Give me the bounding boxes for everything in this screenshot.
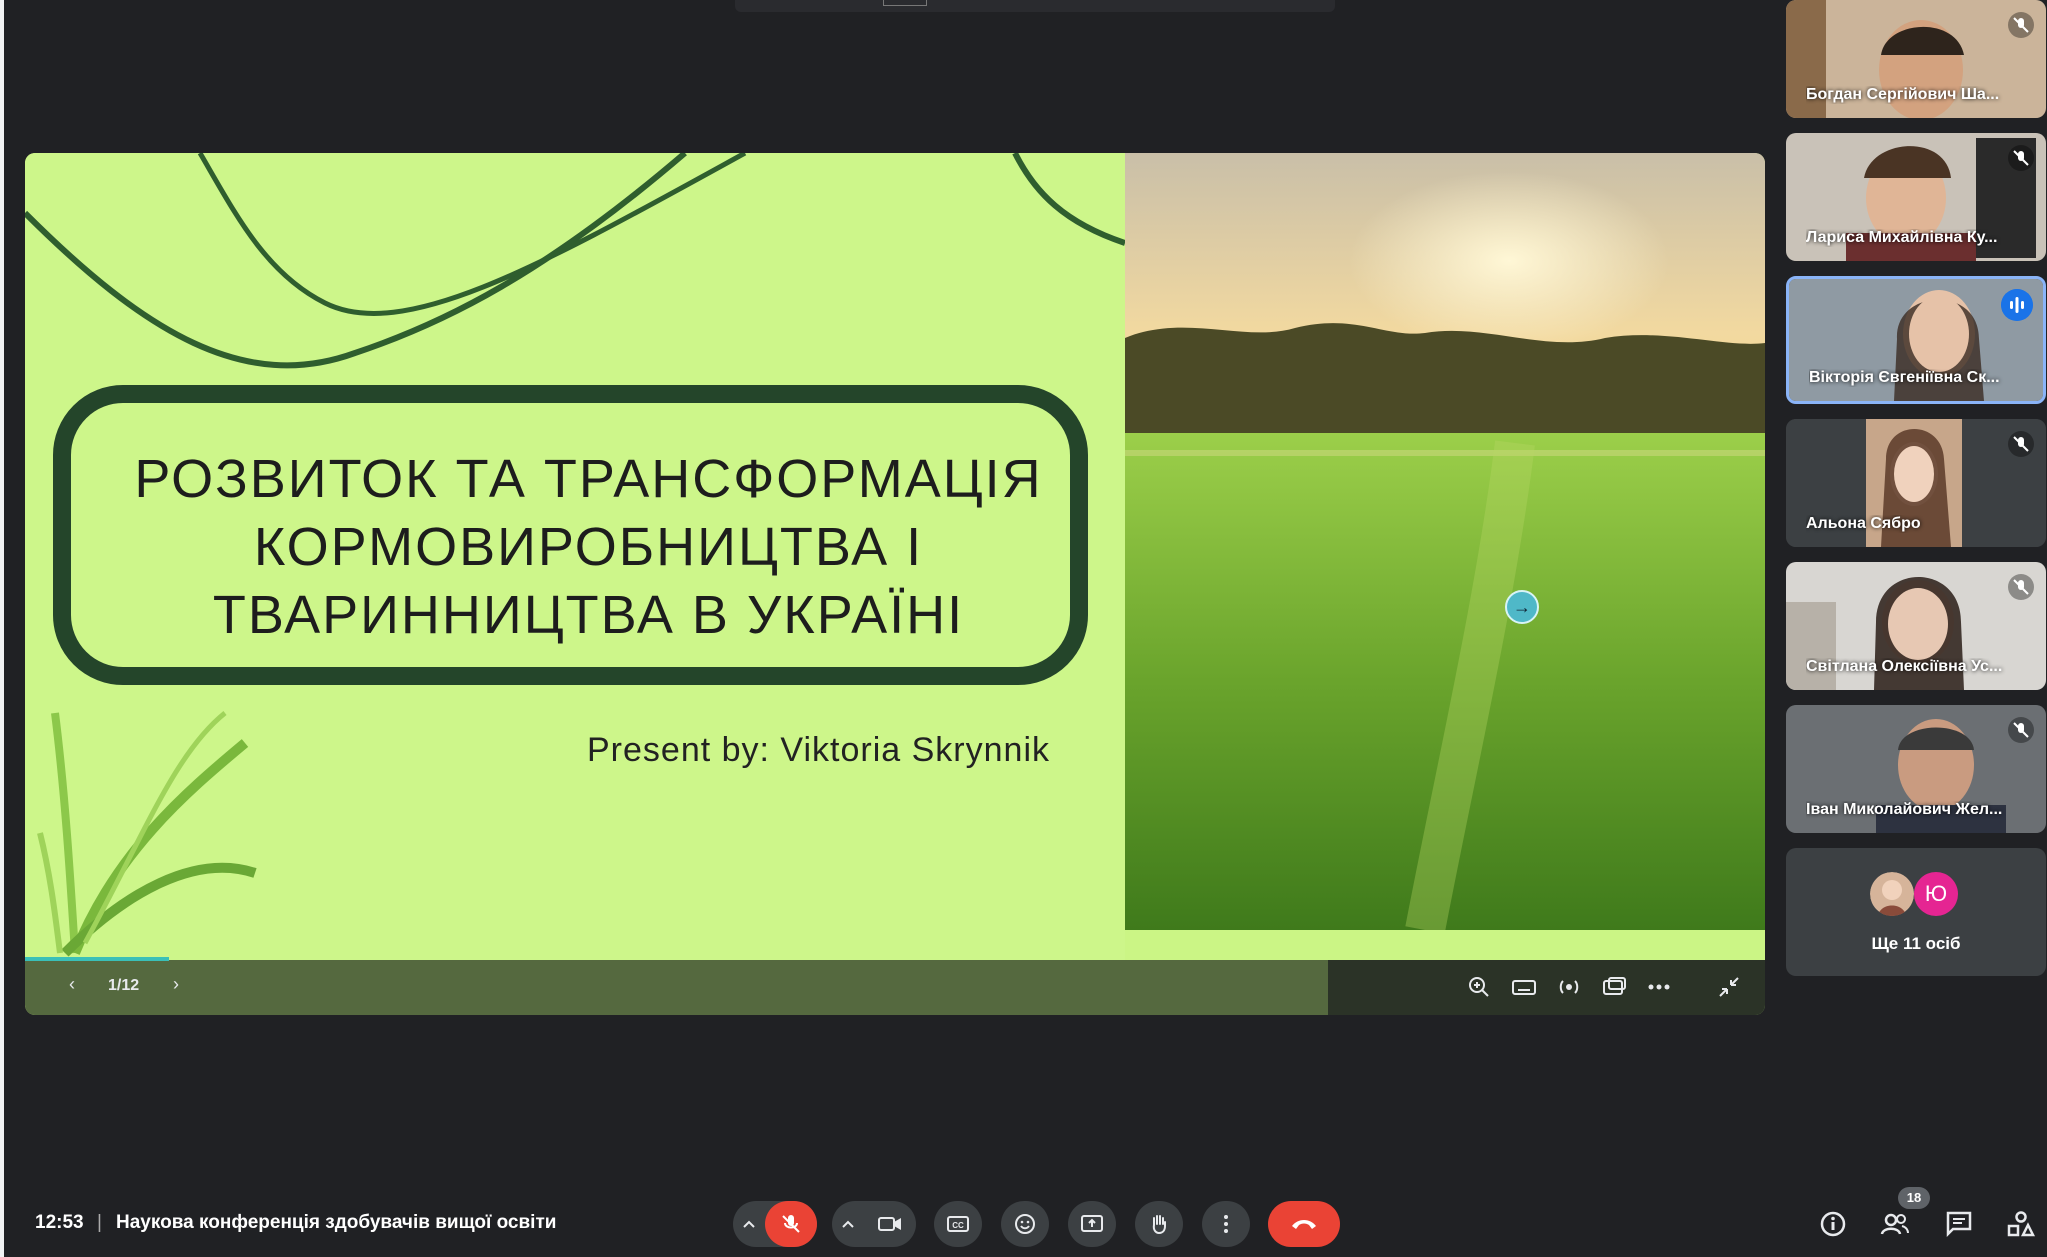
slide-tools-panel xyxy=(1328,960,1765,1015)
participant-name: Лариса Михайлівна Ку... xyxy=(1806,229,1998,246)
window-edge xyxy=(0,0,4,1257)
participant-tile[interactable]: Богдан Сергійович Ша... xyxy=(1786,0,2046,118)
title-separator: | xyxy=(97,1212,102,1233)
next-slide-icon[interactable]: › xyxy=(173,974,179,995)
keyboard-icon[interactable] xyxy=(1510,973,1538,1001)
slide-title-line-2: КОРМОВИРОБНИЦТВА І xyxy=(253,517,924,577)
camera-icon xyxy=(878,1217,901,1231)
presentation-stage[interactable]: РОЗВИТОК ТА ТРАНСФОРМАЦІЯ КОРМОВИРОБНИЦТ… xyxy=(25,153,1765,1015)
mic-off-icon xyxy=(2008,12,2034,38)
participant-tile[interactable]: Лариса Михайлівна Ку... xyxy=(1786,133,2046,261)
mic-off-icon xyxy=(782,1215,800,1233)
slide-page-indicator: 1/12 xyxy=(108,977,140,994)
slide-title-line-3: ТВАРИННИЦТВА В УКРАЇНІ xyxy=(212,585,965,645)
collapse-icon[interactable] xyxy=(1715,973,1743,1001)
participant-tile[interactable]: Іван Миколайович Жел... xyxy=(1786,705,2046,833)
present-icon xyxy=(1081,1215,1103,1232)
participant-name: Вікторія Євгеніївна Ск... xyxy=(1809,369,2000,386)
pointer-arrow-icon: → xyxy=(1505,590,1539,624)
raise-hand-button[interactable] xyxy=(1135,1201,1183,1247)
meeting-title: Наукова конференція здобувачів вищої осв… xyxy=(116,1212,557,1233)
captions-icon: CC xyxy=(947,1216,969,1232)
slide-text-panel: РОЗВИТОК ТА ТРАНСФОРМАЦІЯ КОРМОВИРОБНИЦТ… xyxy=(25,153,1125,960)
participant-tile-speaking[interactable]: Вікторія Євгеніївна Ск... xyxy=(1786,276,2046,404)
zoom-icon[interactable] xyxy=(1465,973,1493,1001)
slide-title-line-1: РОЗВИТОК ТА ТРАНСФОРМАЦІЯ xyxy=(134,449,1043,509)
mute-button[interactable] xyxy=(765,1201,817,1247)
slide-progress-bar xyxy=(25,957,170,961)
emoji-icon xyxy=(1015,1214,1035,1234)
top-pill-tab[interactable] xyxy=(735,0,1335,12)
participant-name: Іван Миколайович Жел... xyxy=(1806,801,2003,818)
reactions-button[interactable] xyxy=(1001,1201,1049,1247)
participant-tile[interactable]: Альона Сябро xyxy=(1786,419,2046,547)
end-call-button[interactable] xyxy=(1268,1201,1340,1247)
more-participants-tile[interactable]: Ю Ще 11 осіб xyxy=(1786,848,2046,976)
prev-slide-icon[interactable]: ‹ xyxy=(69,974,75,995)
participant-name: Богдан Сергійович Ша... xyxy=(1806,86,2000,103)
chat-icon[interactable] xyxy=(1943,1208,1975,1240)
slide-presenter-credit: Present by: Viktoria Skrynnik xyxy=(587,731,1050,769)
svg-text:CC: CC xyxy=(952,1221,964,1230)
slide-title-frame: РОЗВИТОК ТА ТРАНСФОРМАЦІЯ КОРМОВИРОБНИЦТ… xyxy=(53,385,1088,685)
pip-icon[interactable] xyxy=(1600,973,1628,1001)
participant-avatar xyxy=(1870,872,1914,916)
present-button[interactable] xyxy=(1068,1201,1116,1247)
slide-controls-bar xyxy=(25,960,1765,1015)
participant-name: Альона Сябро xyxy=(1806,515,1921,532)
speaking-indicator-icon xyxy=(2001,289,2033,321)
mic-off-icon xyxy=(2008,574,2034,600)
participant-name: Світлана Олексіївна Ус... xyxy=(1806,658,2003,675)
people-icon[interactable] xyxy=(1879,1208,1911,1240)
activities-icon[interactable] xyxy=(2005,1208,2037,1240)
more-participants-label: Ще 11 осіб xyxy=(1871,934,1961,953)
more-options-button[interactable] xyxy=(1202,1201,1250,1247)
top-tab-mark xyxy=(883,0,927,6)
captions-button[interactable]: CC xyxy=(934,1201,982,1247)
end-call-icon xyxy=(1292,1220,1316,1229)
camera-control[interactable] xyxy=(832,1201,916,1247)
more-options-icon xyxy=(1224,1215,1228,1233)
raise-hand-icon xyxy=(1152,1215,1166,1235)
chevron-up-icon[interactable] xyxy=(739,1214,759,1234)
mic-off-icon xyxy=(2008,431,2034,457)
participant-avatar-letter: Ю xyxy=(1914,872,1958,916)
mic-off-icon xyxy=(2008,717,2034,743)
wheat-field-photo xyxy=(1125,153,1765,930)
info-icon[interactable] xyxy=(1817,1208,1849,1240)
meeting-clock: 12:53 xyxy=(35,1212,84,1233)
participant-count-badge: 18 xyxy=(1898,1187,1930,1209)
more-icon[interactable] xyxy=(1645,973,1673,1001)
mic-off-icon xyxy=(2008,145,2034,171)
chevron-up-icon[interactable] xyxy=(838,1214,858,1234)
microphone-control[interactable] xyxy=(733,1201,817,1247)
participant-tile[interactable]: Світлана Олексіївна Ус... xyxy=(1786,562,2046,690)
broadcast-icon[interactable] xyxy=(1555,973,1583,1001)
